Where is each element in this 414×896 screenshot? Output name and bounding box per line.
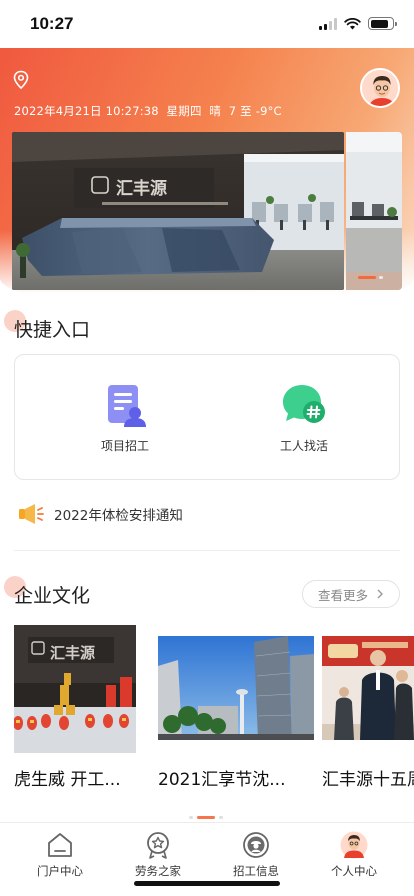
battery-icon <box>368 17 397 30</box>
weather-text: 晴 <box>209 104 222 118</box>
banner-slide[interactable]: 汇丰源 <box>12 132 344 290</box>
culture-card-image[interactable] <box>322 636 414 740</box>
home-icon <box>46 831 74 859</box>
view-more-button[interactable]: 查看更多 <box>302 580 400 608</box>
temperature-text: 7 至 -9°C <box>228 104 282 118</box>
user-avatar[interactable] <box>360 68 400 108</box>
banner-pagination <box>358 276 383 279</box>
banner-dot <box>379 276 383 279</box>
culture-card-title[interactable]: 虎生威 开工... <box>14 765 138 790</box>
tab-label: 门户中心 <box>37 864 83 878</box>
quick-item-label: 项目招工 <box>100 439 149 453</box>
quick-item-worker-find-job[interactable]: 工人找活 <box>244 383 364 454</box>
worker-icon <box>242 831 270 859</box>
quick-entry-title: 快捷入口 <box>14 319 91 341</box>
badge-star-icon <box>144 831 172 859</box>
svg-text:汇丰源: 汇丰源 <box>50 644 95 662</box>
status-icons <box>319 17 397 30</box>
quick-entry-card: 项目招工 工人找活 <box>14 354 400 480</box>
culture-card-title[interactable]: 2021汇享节沈... <box>158 765 314 790</box>
office-workspace-image <box>346 132 402 290</box>
tab-portal-center[interactable]: 门户中心 <box>15 831 105 879</box>
document-person-icon <box>102 383 148 429</box>
chevron-right-icon <box>377 589 383 599</box>
cellular-signal-icon <box>319 17 337 30</box>
quick-item-project-recruit[interactable]: 项目招工 <box>65 383 185 454</box>
tab-label: 个人中心 <box>331 864 377 878</box>
tab-labor-home[interactable]: 劳务之家 <box>113 831 203 879</box>
banner-dot <box>358 276 376 279</box>
tab-personal-center[interactable]: 个人中心 <box>309 831 399 879</box>
culture-title: 企业文化 <box>14 585 91 607</box>
company-sign-text: 汇丰源 <box>116 178 167 199</box>
chat-hashtag-icon <box>281 383 327 429</box>
notice-bar[interactable]: 2022年体检安排通知 <box>18 503 183 525</box>
tab-label: 招工信息 <box>233 864 279 878</box>
megaphone-icon <box>19 504 44 524</box>
home-indicator <box>134 881 280 886</box>
section-divider <box>14 550 400 551</box>
culture-card-image[interactable] <box>158 636 314 740</box>
banner-next-slide[interactable] <box>346 132 402 290</box>
office-lobby-image: 汇丰源 <box>12 132 344 290</box>
weekday-text: 星期四 <box>166 104 202 118</box>
datetime-text: 2022年4月21日 10:27:38 <box>14 104 159 118</box>
tab-label: 劳务之家 <box>135 864 181 878</box>
view-more-label: 查看更多 <box>317 587 368 603</box>
culture-card-title[interactable]: 汇丰源十五周 <box>322 765 414 790</box>
notice-text: 2022年体检安排通知 <box>54 508 183 524</box>
culture-card-image[interactable]: 汇丰源 <box>14 625 136 753</box>
avatar-icon <box>340 831 368 859</box>
location-icon[interactable] <box>12 70 30 90</box>
wifi-icon <box>344 17 361 29</box>
status-time: 10:27 <box>30 14 74 33</box>
tab-recruit-info[interactable]: 招工信息 <box>211 831 301 879</box>
status-bar: 10:27 <box>0 0 414 48</box>
culture-carousel-indicator <box>189 816 223 819</box>
quick-item-label: 工人找活 <box>279 439 328 453</box>
date-weather-line: 2022年4月21日 10:27:38 星期四 晴 7 至 -9°C <box>14 103 282 119</box>
